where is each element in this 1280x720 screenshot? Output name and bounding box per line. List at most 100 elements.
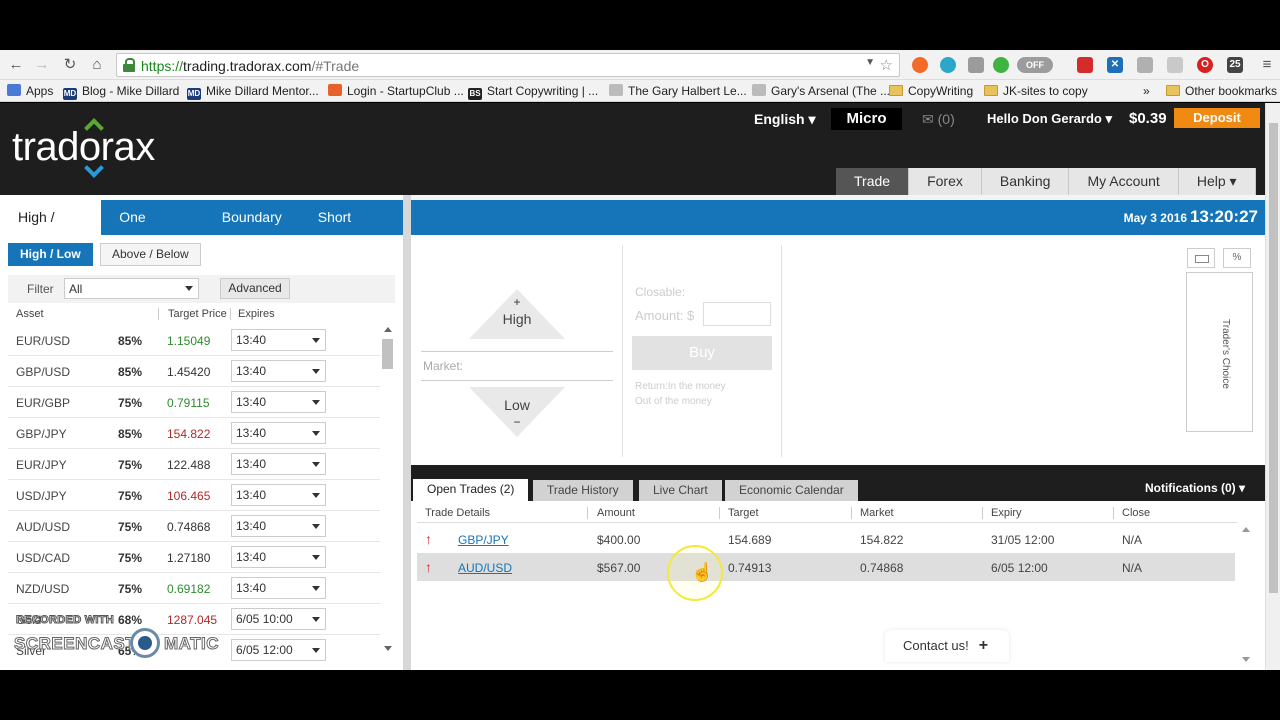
bookmark-item[interactable]: BS Start Copywriting | ...	[468, 84, 598, 100]
scroll-down-icon[interactable]	[1242, 657, 1250, 662]
messages-link[interactable]: ✉ (0)	[922, 111, 955, 128]
expiry-select[interactable]: 13:40	[231, 453, 326, 475]
col-target: Target	[728, 507, 759, 519]
low-button[interactable]: Low −	[469, 387, 565, 443]
tab-live-chart[interactable]: Live Chart	[639, 480, 722, 501]
back-icon[interactable]: ←	[7, 56, 25, 74]
expiry-select[interactable]: 6/05 10:00	[231, 608, 326, 630]
toggle-off-icon[interactable]: OFF	[1017, 57, 1053, 73]
window-bottom-bar	[0, 670, 1280, 720]
expiry-select[interactable]: 13:40	[231, 484, 326, 506]
asset-row[interactable]: AUD/USD 75% 0.74868 13:40	[8, 511, 380, 542]
contact-us-button[interactable]: Contact us! +	[885, 630, 1009, 662]
bs-badge-icon: BS	[468, 88, 482, 100]
asset-row[interactable]: GBP/JPY 85% 154.822 13:40	[8, 418, 380, 449]
tab-economic-calendar[interactable]: Economic Calendar	[725, 480, 858, 501]
extension-icon-5[interactable]	[1137, 57, 1153, 73]
tab-high-low[interactable]: High / Low	[0, 200, 102, 260]
home-icon[interactable]: ⌂	[88, 56, 106, 74]
subtab-above-below[interactable]: Above / Below	[100, 243, 201, 266]
nav-my-account[interactable]: My Account	[1069, 168, 1179, 195]
headphones-icon[interactable]	[940, 57, 956, 73]
scroll-down-icon[interactable]	[384, 646, 392, 651]
tab-trade-history[interactable]: Trade History	[533, 480, 633, 501]
extension-icon-3[interactable]	[1077, 57, 1093, 73]
expiry-select[interactable]: 13:40	[231, 546, 326, 568]
expiry-select[interactable]: 13:40	[231, 422, 326, 444]
asset-row[interactable]: EUR/GBP 75% 0.79115 13:40	[8, 387, 380, 418]
nav-trade[interactable]: Trade	[836, 168, 910, 195]
bookmark-folder[interactable]: CopyWriting	[889, 84, 973, 98]
scroll-up-icon[interactable]	[1242, 527, 1250, 532]
amount-input[interactable]	[703, 302, 771, 326]
tab-one-touch[interactable]: One Touch	[101, 200, 204, 260]
tradorax-logo[interactable]: tradorax	[12, 125, 155, 170]
extension-icon-2[interactable]	[993, 57, 1009, 73]
trades-scrollbar[interactable]	[1239, 527, 1253, 670]
bookmark-item[interactable]: MD Mike Dillard Mentor...	[187, 84, 319, 100]
traders-choice-panel[interactable]: Trader's Choice	[1186, 272, 1253, 432]
bookmark-item[interactable]: Gary's Arsenal (The ...	[752, 84, 890, 98]
expiry-select[interactable]: 13:40	[231, 577, 326, 599]
expiry-select[interactable]: 13:40	[231, 329, 326, 351]
bookmark-item[interactable]: The Gary Halbert Le...	[609, 84, 747, 98]
opera-icon[interactable]: O	[1197, 57, 1213, 73]
notifications-menu[interactable]: Notifications (0) ▾	[1145, 481, 1245, 495]
buy-button[interactable]: Buy	[632, 336, 772, 370]
advanced-button[interactable]: Advanced	[220, 278, 290, 299]
bookmark-folder[interactable]: JK-sites to copy	[984, 84, 1088, 98]
percent-icon[interactable]: %	[1223, 248, 1251, 268]
bookmark-other[interactable]: Other bookmarks	[1166, 84, 1277, 98]
bookmark-star-icon[interactable]: ☆	[880, 56, 893, 74]
nav-banking[interactable]: Banking	[981, 168, 1070, 195]
extension-counter-icon[interactable]: 25	[1227, 57, 1243, 73]
asset-row[interactable]: USD/CAD 75% 1.27180 13:40	[8, 542, 380, 573]
language-selector[interactable]: English ▾	[754, 111, 815, 128]
asset-list-scrollbar-thumb[interactable]	[382, 339, 393, 369]
window-icon[interactable]	[1187, 248, 1215, 268]
asset-row[interactable]: EUR/JPY 75% 122.488 13:40	[8, 449, 380, 480]
filter-label: Filter	[27, 282, 54, 296]
trade-asset-link[interactable]: AUD/USD	[458, 561, 512, 575]
expiry-value: 13:40	[236, 426, 267, 440]
tab-boundary[interactable]: Boundary	[204, 200, 300, 235]
deposit-button[interactable]: Deposit	[1174, 108, 1260, 128]
asset-row[interactable]: USD/JPY 75% 106.465 13:40	[8, 480, 380, 511]
col-divider	[230, 308, 231, 320]
trade-row[interactable]: ↑ GBP/JPY $400.00 154.689 154.822 31/05 …	[417, 525, 1235, 553]
asset-row[interactable]: EUR/USD 85% 1.15049 13:40	[8, 325, 380, 356]
address-bar[interactable]: https://trading.tradorax.com/#Trade ▼ ☆	[116, 53, 900, 77]
bookmark-item[interactable]: Login - StartupClub ...	[328, 84, 464, 98]
menu-icon[interactable]: ≡	[1258, 56, 1276, 74]
nav-forex[interactable]: Forex	[909, 168, 982, 195]
url-dropdown-icon[interactable]: ▼	[865, 57, 875, 68]
filter-select[interactable]: All	[64, 278, 199, 299]
download-icon[interactable]	[968, 57, 984, 73]
asset-list-scrollbar[interactable]	[380, 325, 395, 665]
user-menu[interactable]: Hello Don Gerardo ▾	[987, 111, 1112, 127]
asset-row[interactable]: GBP/USD 85% 1.45420 13:40	[8, 356, 380, 387]
trade-asset-link[interactable]: GBP/JPY	[458, 533, 509, 547]
nav-help[interactable]: Help ▾	[1178, 168, 1256, 195]
bookmark-item[interactable]: MD Blog - Mike Dillard	[63, 84, 179, 100]
scroll-up-icon[interactable]	[384, 327, 392, 332]
extension-icon-1[interactable]	[912, 57, 928, 73]
page-scrollbar[interactable]	[1265, 103, 1280, 670]
expiry-select[interactable]: 13:40	[231, 391, 326, 413]
tab-open-trades[interactable]: Open Trades (2)	[413, 479, 529, 501]
forward-icon[interactable]: →	[33, 56, 51, 74]
expiry-select[interactable]: 6/05 12:00	[231, 639, 326, 661]
extension-icon-4[interactable]: ✕	[1107, 57, 1123, 73]
high-button[interactable]: + High	[469, 289, 565, 345]
expiry-select[interactable]: 13:40	[231, 360, 326, 382]
tab-short-term[interactable]: Short Term	[300, 200, 403, 260]
page-scrollbar-thumb[interactable]	[1269, 123, 1278, 593]
reload-icon[interactable]: ↻	[61, 56, 79, 74]
extension-icon-6[interactable]	[1167, 57, 1183, 73]
bookmarks-more[interactable]: »	[1143, 84, 1150, 98]
trade-row[interactable]: ↑ AUD/USD $567.00 0.74913 0.74868 6/05 1…	[417, 553, 1235, 581]
asset-row[interactable]: NZD/USD 75% 0.69182 13:40	[8, 573, 380, 604]
subtab-high-low[interactable]: High / Low	[8, 243, 93, 266]
bookmark-apps[interactable]: Apps	[7, 84, 53, 98]
expiry-select[interactable]: 13:40	[231, 515, 326, 537]
